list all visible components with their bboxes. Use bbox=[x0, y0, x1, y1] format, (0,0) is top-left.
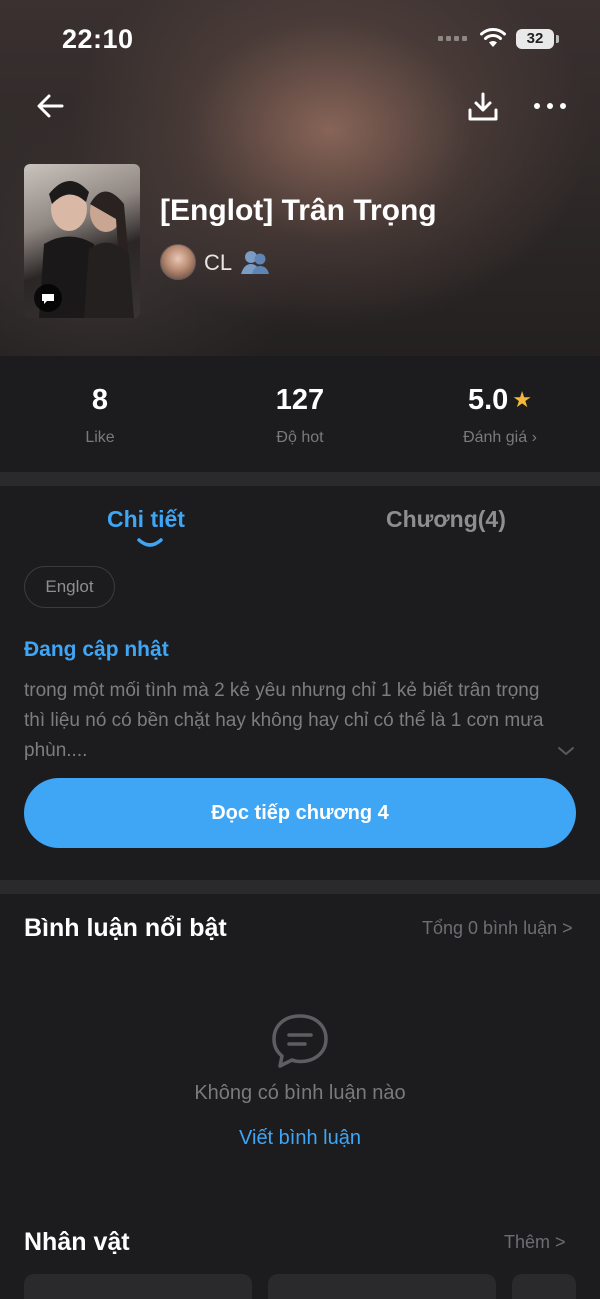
cellular-signal-icon bbox=[438, 36, 467, 41]
battery-level: 32 bbox=[516, 29, 554, 49]
section-divider bbox=[0, 472, 600, 486]
comment-icon bbox=[272, 1014, 328, 1068]
stat-value: 8 bbox=[91, 384, 109, 416]
characters-more-link[interactable]: Thêm > bbox=[504, 1232, 566, 1253]
story-title: [Englot] Trân Trọng bbox=[160, 194, 437, 227]
rating-value: 5.0 bbox=[467, 384, 509, 416]
comments-total-link[interactable]: Tổng 0 bình luận > bbox=[422, 918, 573, 939]
section-divider bbox=[0, 880, 600, 894]
detail-tabs: Chi tiết Chương(4) bbox=[0, 486, 600, 556]
author-name[interactable]: CL bbox=[204, 250, 232, 276]
tab-active-indicator bbox=[137, 538, 163, 547]
update-status: Đang cập nhật bbox=[24, 638, 169, 661]
stat-like: 8 Like bbox=[0, 384, 200, 447]
tab-detail[interactable]: Chi tiết bbox=[107, 506, 185, 533]
status-bar: 22:10 32 bbox=[0, 22, 600, 62]
no-comments-text: Không có bình luận nào bbox=[194, 1082, 406, 1104]
character-card[interactable] bbox=[24, 1274, 252, 1299]
chat-bubble-icon bbox=[42, 294, 54, 304]
star-icon: ★ bbox=[512, 387, 533, 412]
story-stats: 8 Like 127 Độ hot 5.0 ★ Đánh giá › bbox=[0, 356, 600, 472]
stat-label: Đánh giá › bbox=[463, 429, 537, 446]
stat-hot: 127 Độ hot bbox=[200, 384, 400, 447]
status-time: 22:10 bbox=[62, 24, 134, 54]
character-card[interactable] bbox=[268, 1274, 496, 1299]
stat-value: 127 bbox=[275, 384, 325, 416]
stat-label: Like bbox=[85, 429, 115, 446]
more-icon[interactable] bbox=[532, 96, 568, 116]
download-icon[interactable] bbox=[466, 90, 500, 124]
continue-reading-button[interactable]: Đọc tiếp chương 4 bbox=[24, 778, 576, 848]
chevron-down-icon[interactable] bbox=[556, 744, 576, 758]
wifi-icon bbox=[480, 28, 506, 47]
cover-badge bbox=[34, 284, 62, 312]
author-avatar[interactable] bbox=[160, 244, 196, 280]
characters-section-title: Nhân vật bbox=[24, 1228, 130, 1256]
tab-chapters[interactable]: Chương(4) bbox=[386, 506, 506, 533]
author-group-icon bbox=[241, 251, 269, 274]
back-arrow-icon[interactable] bbox=[34, 90, 66, 122]
character-card[interactable] bbox=[512, 1274, 576, 1299]
write-comment-link[interactable]: Viết bình luận bbox=[0, 1127, 600, 1150]
battery-tip bbox=[556, 35, 559, 43]
stat-rating[interactable]: 5.0 ★ Đánh giá › bbox=[400, 384, 600, 447]
stat-value: 5.0 ★ bbox=[400, 384, 600, 417]
stat-label: Độ hot bbox=[276, 429, 324, 446]
story-description: trong một mối tình mà 2 kẻ yêu nhưng chỉ… bbox=[24, 680, 544, 761]
genre-tag[interactable]: Englot bbox=[24, 566, 115, 608]
story-cover-image[interactable] bbox=[24, 164, 140, 318]
comments-section-title: Bình luận nổi bật bbox=[24, 914, 227, 942]
story-header: 22:10 32 [Englot] Trân Trọng CL bbox=[0, 0, 600, 360]
